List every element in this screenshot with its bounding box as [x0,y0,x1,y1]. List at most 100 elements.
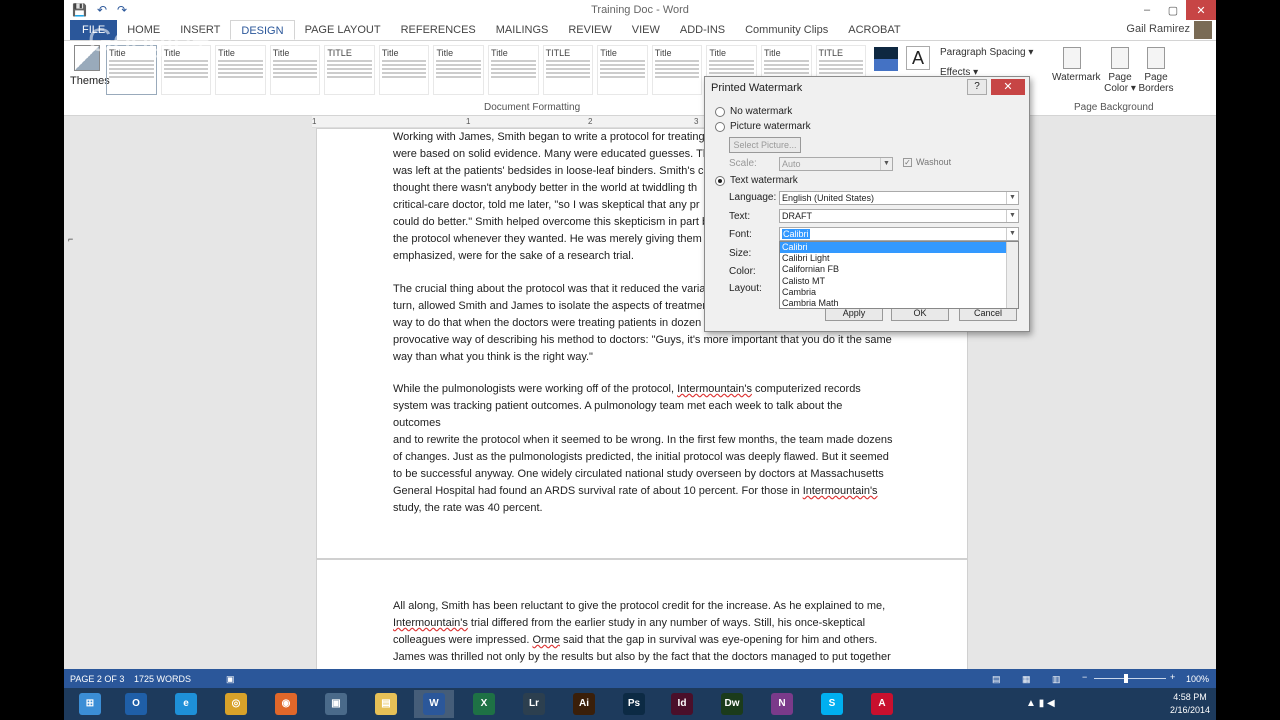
minimize-button[interactable]: – [1134,0,1160,20]
washout-checkbox[interactable]: ✓ Washout [903,157,951,167]
taskbar-lightroom[interactable]: Lr [514,690,554,718]
dialog-help-button[interactable]: ? [967,79,987,95]
word-count[interactable]: 1725 WORDS [134,674,191,684]
misspelled-word[interactable]: Intermountain's [393,617,468,629]
taskbar-start[interactable]: ⊞ [70,690,110,718]
taskbar-excel[interactable]: X [464,690,504,718]
taskbar-dreamweaver[interactable]: Dw [712,690,752,718]
misspelled-word[interactable]: Orme [532,634,560,646]
misspelled-word[interactable]: Intermountain's [803,485,878,497]
font-option[interactable]: Cambria [780,287,1018,298]
style-set-preview-line [763,60,809,62]
page-count[interactable]: PAGE 2 OF 3 [70,674,124,684]
print-layout-icon[interactable]: ▦ [1022,674,1031,685]
style-set-thumbnail[interactable]: TITLE [542,45,594,95]
misspelled-word[interactable]: Intermountain's [677,383,752,395]
style-set-preview-line [109,68,154,70]
close-button[interactable]: ✕ [1186,0,1216,20]
select-picture-button[interactable]: Select Picture... [729,137,801,153]
taskbar-indesign[interactable]: Id [662,690,702,718]
style-set-thumbnail[interactable]: TITLE [324,45,375,95]
text-watermark-radio[interactable]: Text watermark [715,175,798,186]
page-color-button[interactable]: Page Color ▾ [1100,47,1140,94]
style-set-preview-line [327,60,372,62]
chevron-up-icon[interactable]: ▲ [1026,698,1036,709]
text-select[interactable]: DRAFT ▼ [779,209,1019,223]
window-title: Training Doc - Word [591,4,689,16]
taskbar-explorer[interactable]: ▤ [366,690,406,718]
avatar[interactable] [1194,21,1212,39]
taskbar-illustrator[interactable]: Ai [564,690,604,718]
watermark-button[interactable]: Watermark [1052,47,1101,83]
tab-review[interactable]: REVIEW [558,20,621,40]
style-set-title: Title [763,48,781,58]
user-name[interactable]: Gail Ramirez [1126,23,1190,35]
page-borders-button[interactable]: Page Borders [1136,47,1176,94]
picture-watermark-radio[interactable]: Picture watermark [715,121,811,132]
text-run: impressed [475,634,527,646]
scale-select[interactable]: Auto ▼ [779,157,893,171]
taskbar-skype[interactable]: S [812,690,852,718]
dialog-close-button[interactable]: ✕ [991,79,1025,95]
tab-view[interactable]: VIEW [622,20,670,40]
fonts-button[interactable]: A [906,46,930,70]
font-option[interactable]: Calisto MT [780,276,1018,287]
zoom-level[interactable]: 100% [1186,674,1209,684]
tab-add-ins[interactable]: ADD-INS [670,20,735,40]
taskbar-acrobat[interactable]: A [862,690,902,718]
style-set-thumbnail[interactable]: Title [378,45,430,95]
page-color-label: Page Color ▾ [1104,72,1136,94]
restore-button[interactable]: ▢ [1160,0,1186,20]
font-option[interactable]: Californian FB [780,264,1018,275]
taskbar-ie[interactable]: e [166,690,206,718]
document-area[interactable]: ⌐ 1 1 2 3 4 Working with James, Smith be… [64,116,1216,669]
tab-community-clips[interactable]: Community Clips [735,20,838,40]
font-option[interactable]: Calibri [780,242,1018,254]
taskbar-outlook[interactable]: O [116,690,156,718]
style-set-thumbnail[interactable]: Title [651,45,703,95]
taskbar-chrome[interactable]: ◎ [216,690,256,718]
proofing-icon[interactable]: ▣ [226,674,235,685]
text-line: study, the rate was 40 percent. [393,502,543,514]
radio-dot [715,175,725,186]
no-watermark-radio[interactable]: No watermark [715,106,792,117]
clock-time: 4:58 PM [1173,692,1207,702]
colors-button[interactable] [874,47,898,71]
clock[interactable]: 4:58 PM 2/16/2014 [1170,691,1210,717]
style-set-thumbnail[interactable]: Title [597,45,648,95]
network-icon[interactable]: ▮ [1039,698,1045,709]
font-option[interactable]: Calibri Light [780,253,1018,264]
chevron-down-icon[interactable]: ▼ [1006,228,1018,240]
tab-acrobat[interactable]: ACROBAT [838,20,910,40]
zoom-out-button[interactable]: − [1082,672,1087,682]
scrollbar[interactable] [1006,242,1018,308]
taskbar-photoshop[interactable]: Ps [614,690,654,718]
taskbar-word[interactable]: W [414,690,454,718]
read-mode-icon[interactable]: ▤ [992,674,1001,685]
style-set-thumbnail[interactable]: Title [215,45,266,95]
style-set-thumbnail[interactable]: Title [269,45,321,95]
tab-page-layout[interactable]: PAGE LAYOUT [295,20,391,40]
taskbar-onenote[interactable]: N [762,690,802,718]
font-select[interactable]: Calibri ▼ [779,227,1019,241]
taskbar-firefox[interactable]: ◉ [266,690,306,718]
taskbar-network[interactable]: ▣ [316,690,356,718]
zoom-slider[interactable] [1094,674,1166,683]
style-set-preview-line [109,64,154,66]
style-set-thumbnail[interactable]: Title [433,45,485,95]
web-layout-icon[interactable]: ▥ [1052,674,1061,685]
page-2[interactable]: All along, Smith has been reluctant to g… [316,559,968,669]
style-set-thumbnail[interactable]: Title [488,45,539,95]
excel-icon: X [473,693,495,715]
volume-icon[interactable]: ◀ [1047,698,1055,709]
tab-design[interactable]: DESIGN [230,20,295,40]
font-dropdown-list[interactable]: Calibri Calibri Light Californian FB Calist… [779,241,1019,309]
tab-selector[interactable]: ⌐ [68,234,78,244]
zoom-in-button[interactable]: + [1170,672,1175,682]
tab-mailings[interactable]: MAILINGS [486,20,559,40]
zoom-slider-handle[interactable] [1124,674,1128,683]
language-select[interactable]: English (United States) ▼ [779,191,1019,205]
font-option[interactable]: Cambria Math [780,298,1018,308]
paragraph-spacing-button[interactable]: Paragraph Spacing ▾ [940,47,1033,58]
tab-references[interactable]: REFERENCES [391,20,486,40]
